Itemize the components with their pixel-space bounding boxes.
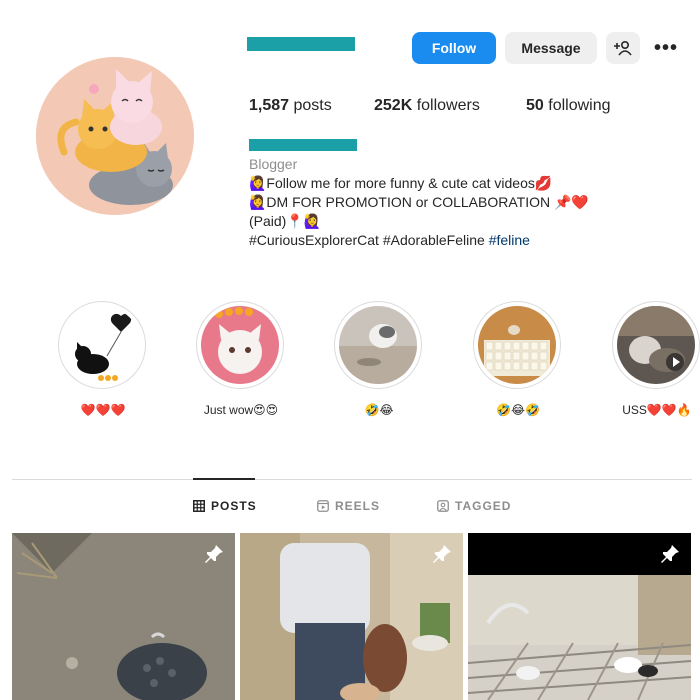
story-highlight[interactable]: USS❤️❤️🔥 [612, 301, 700, 417]
tab-tagged-label: TAGGED [455, 499, 512, 513]
post-thumbnail[interactable] [468, 533, 691, 700]
more-options-icon: ••• [653, 36, 678, 59]
highlight-label: Just wow😍😍 [203, 403, 279, 417]
highlight-cover-image [201, 306, 279, 384]
username-redacted [247, 37, 355, 51]
highlight-cover-image [339, 306, 417, 384]
bio-line-4: #CuriousExplorerCat #AdorableFeline #fel… [249, 232, 530, 248]
post-thumbnail[interactable] [12, 533, 235, 700]
pinned-post-icon [205, 545, 223, 563]
following-count-value: 50 [526, 97, 544, 114]
profile-category: Blogger [249, 156, 298, 172]
active-tab-indicator [193, 478, 255, 480]
tab-reels[interactable]: REELS [317, 499, 380, 513]
pinned-post-icon [433, 545, 451, 563]
suggest-user-button[interactable] [606, 32, 640, 64]
story-highlight[interactable]: 🤣😂🤣 [473, 301, 563, 417]
message-button[interactable]: Message [505, 32, 597, 64]
highlight-label: 🤣😂 [364, 403, 394, 417]
highlight-ring [473, 301, 561, 389]
full-name-redacted [249, 139, 357, 151]
highlight-cover-image [63, 306, 141, 384]
followers-count-label: followers [416, 97, 480, 114]
pinned-post-icon [661, 545, 679, 563]
tab-posts[interactable]: POSTS [193, 499, 257, 513]
followers-count-value: 252K [374, 97, 413, 114]
tab-reels-label: REELS [335, 499, 381, 513]
person-add-icon [614, 40, 632, 56]
bio-hashtags[interactable]: #CuriousExplorerCat #AdorableFeline [249, 232, 489, 248]
bio-line-2: 🙋‍♀️DM FOR PROMOTION or COLLABORATION 📌❤… [249, 194, 589, 210]
posts-count-label: posts [293, 97, 332, 114]
posts-count: 1,587 posts [249, 97, 332, 115]
story-highlight[interactable]: 🤣😂 [334, 301, 424, 417]
story-highlight[interactable]: Just wow😍😍 [196, 301, 286, 417]
reels-icon [317, 500, 329, 512]
tagged-user-icon [437, 500, 449, 512]
highlight-cover-image [478, 306, 556, 384]
post-image [12, 533, 235, 700]
tab-posts-label: POSTS [211, 499, 257, 513]
highlight-label: 🤣😂🤣 [496, 403, 540, 417]
highlight-label: USS❤️❤️🔥 [622, 403, 692, 417]
more-options-button[interactable]: ••• [648, 32, 684, 64]
tabs-divider [12, 479, 692, 480]
post-image [468, 533, 691, 700]
following-count-label: following [548, 97, 611, 114]
profile-avatar[interactable] [36, 57, 194, 215]
post-image [240, 533, 463, 700]
grid-icon [193, 500, 205, 512]
highlight-ring [612, 301, 700, 389]
highlight-label: ❤️❤️❤️ [80, 403, 126, 417]
highlight-ring [58, 301, 146, 389]
highlight-ring [334, 301, 422, 389]
story-highlight[interactable]: ❤️❤️❤️ [58, 301, 148, 417]
tab-tagged[interactable]: TAGGED [437, 499, 511, 513]
bio-line-1: 🙋‍♀️Follow me for more funny & cute cat … [249, 175, 553, 191]
followers-link[interactable]: 252K followers [374, 97, 480, 115]
hashtag-link-feline[interactable]: #feline [489, 232, 530, 248]
cat-stack-illustration [36, 57, 194, 215]
highlight-cover-image [617, 306, 695, 384]
post-thumbnail[interactable] [240, 533, 463, 700]
bio-line-3: (Paid)📍🙋‍♀️ [249, 213, 322, 229]
highlight-ring [196, 301, 284, 389]
following-link[interactable]: 50 following [526, 97, 611, 115]
posts-count-value: 1,587 [249, 97, 290, 114]
follow-button[interactable]: Follow [412, 32, 496, 64]
